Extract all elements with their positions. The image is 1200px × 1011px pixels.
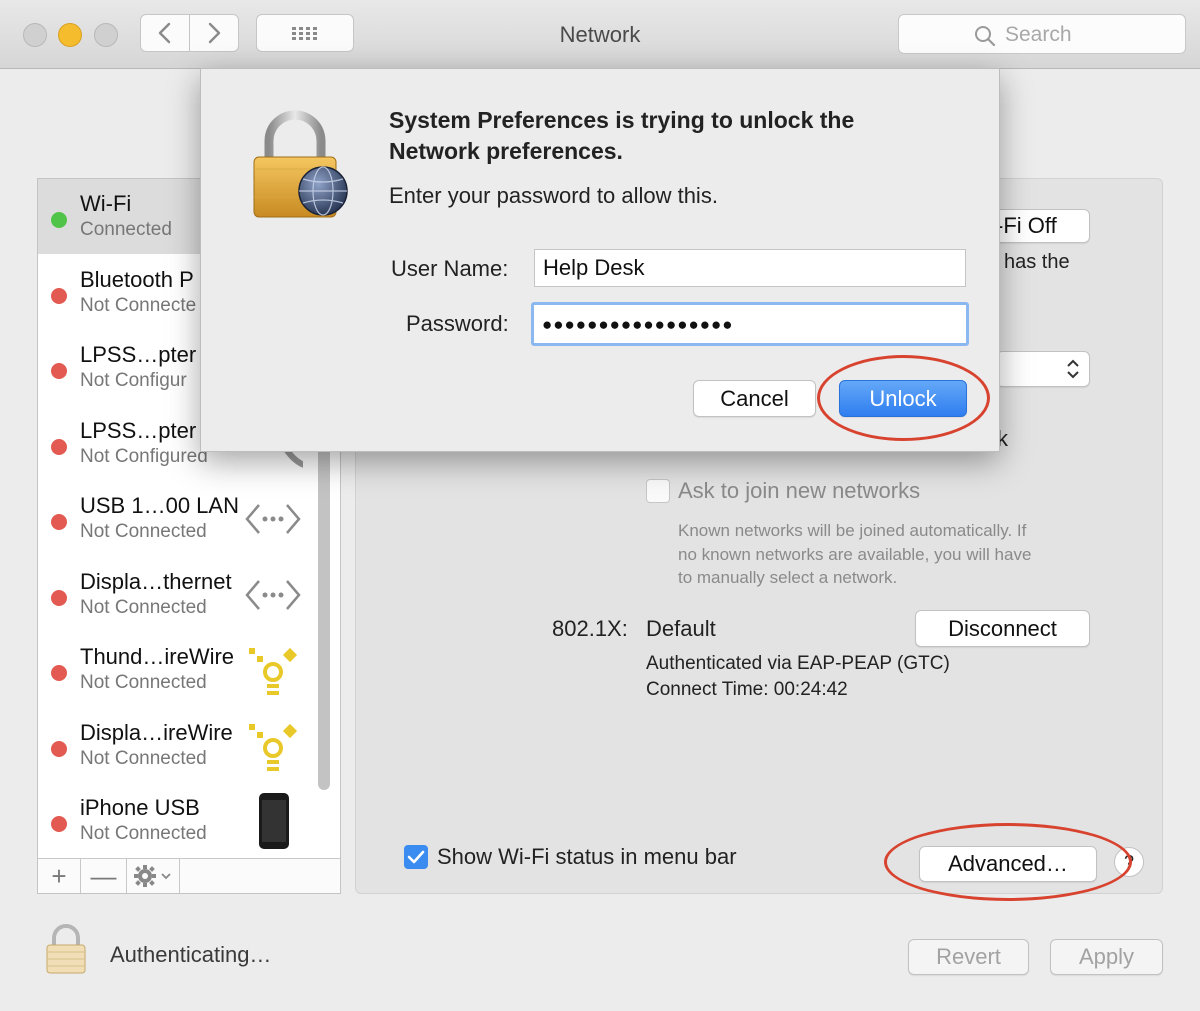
ask-join-checkbox[interactable]: [646, 479, 670, 503]
service-name: Thund…ireWire: [80, 644, 235, 669]
service-name: LPSS…pter: [80, 342, 197, 367]
dot1x-label: 802.1X:: [552, 616, 628, 641]
username-label: User Name:: [391, 256, 509, 281]
status-dot: [51, 816, 67, 832]
password-label: Password:: [406, 311, 509, 336]
service-status: Not Configur: [80, 370, 187, 391]
updown-arrows-icon: [1067, 359, 1079, 379]
network-name-popup[interactable]: [996, 351, 1090, 387]
ask-join-label: Ask to join new networks: [678, 478, 921, 503]
service-name: Bluetooth P: [80, 266, 194, 292]
service-name: USB 1…00 LAN: [80, 493, 239, 518]
service-icon: [243, 793, 303, 849]
search-icon: [975, 26, 996, 47]
service-list-scrollbar[interactable]: [318, 430, 330, 790]
revert-button[interactable]: Revert: [908, 939, 1029, 975]
dot1x-value: Default: [646, 616, 716, 641]
auth-status: Authenticated via EAP-PEAP (GTC): [646, 653, 950, 674]
network-name-description: l has the: [994, 251, 1070, 273]
status-dot: [51, 514, 67, 530]
service-status: Not Connected: [80, 596, 207, 618]
service-name: Wi-Fi: [80, 191, 132, 216]
connect-time: Connect Time: 00:24:42: [646, 679, 848, 700]
status-dot: [51, 589, 67, 606]
service-status: Not Connected: [80, 672, 207, 693]
dialog-prompt: Enter your password to allow this.: [389, 183, 718, 208]
service-status: Not Connected: [80, 747, 207, 769]
ethernet-icon: [245, 579, 301, 610]
annotation-circle-unlock: [817, 355, 990, 441]
username-field[interactable]: Help Desk: [534, 249, 966, 287]
lock-network-icon: [253, 110, 348, 218]
status-dot: [51, 740, 67, 757]
status-dot: [51, 438, 67, 455]
ask-join-description: Known networks will be joined automatica…: [678, 521, 1032, 587]
service-icon: [243, 642, 303, 698]
service-icon: [243, 567, 303, 623]
apply-button[interactable]: Apply: [1050, 939, 1163, 975]
show-wifi-status-checkbox[interactable]: [404, 845, 428, 869]
remove-service-button[interactable]: —: [81, 859, 127, 893]
service-status: Not Connected: [80, 521, 207, 542]
service-item[interactable]: Displa…ireWire Not Connected: [38, 708, 340, 783]
password-field[interactable]: ●●●●●●●●●●●●●●●●●: [531, 302, 969, 346]
cancel-button[interactable]: Cancel: [693, 380, 816, 417]
dialog-heading-line1: System Preferences is trying to unlock t…: [389, 107, 855, 133]
turn-wifi-off-button[interactable]: -Fi Off: [989, 209, 1090, 243]
service-status: Connected: [80, 219, 172, 240]
lock-icon[interactable]: [44, 923, 88, 975]
service-list-toolbar: + —: [38, 858, 340, 893]
status-dot: [51, 287, 67, 304]
service-name: iPhone USB: [80, 795, 200, 820]
service-name: LPSS…pter: [80, 417, 197, 443]
action-menu-button[interactable]: [127, 859, 180, 893]
service-name: Displa…thernet: [80, 568, 232, 594]
search-field[interactable]: Search: [898, 14, 1186, 54]
service-status: Not Configured: [80, 445, 208, 467]
status-dot: [51, 363, 67, 379]
lock-status-text: Authenticating…: [110, 942, 272, 967]
gear-icon: [134, 865, 171, 887]
disconnect-button[interactable]: Disconnect: [915, 610, 1090, 647]
service-icon: [243, 491, 303, 547]
service-name: Displa…ireWire: [80, 719, 233, 745]
checkmark-icon: [407, 850, 425, 864]
add-service-button[interactable]: +: [38, 859, 81, 893]
ethernet-icon: [245, 504, 301, 534]
annotation-circle-advanced: [884, 823, 1132, 901]
service-item[interactable]: USB 1…00 LAN Not Connected: [38, 481, 340, 556]
service-item[interactable]: iPhone USB Not Connected: [38, 783, 340, 858]
iphone-icon: [259, 793, 289, 849]
service-item[interactable]: Displa…thernet Not Connected: [38, 557, 340, 632]
status-dot: [51, 212, 67, 228]
service-item[interactable]: Thund…ireWire Not Connected: [38, 632, 340, 707]
firewire-icon: [249, 723, 298, 771]
search-placeholder: Search: [1005, 23, 1072, 46]
title-bar: Network Search: [0, 0, 1200, 69]
dialog-heading-line2: Network preferences.: [389, 138, 623, 164]
service-icon: [243, 718, 303, 774]
show-wifi-status-label: Show Wi-Fi status in menu bar: [437, 844, 737, 869]
service-status: Not Connecte: [80, 294, 197, 316]
status-dot: [51, 665, 67, 681]
service-status: Not Connected: [80, 823, 207, 844]
firewire-icon: [249, 647, 298, 695]
